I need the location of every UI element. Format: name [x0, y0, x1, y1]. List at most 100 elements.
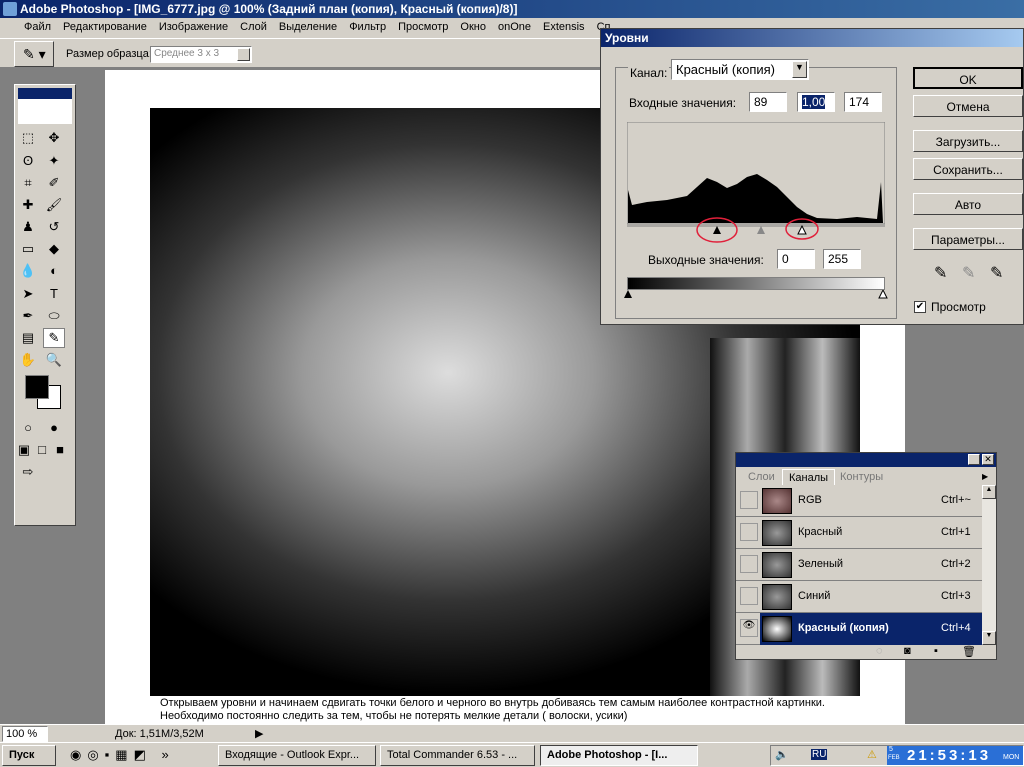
notes-tool-icon[interactable]: ▤: [17, 328, 39, 348]
tab-paths[interactable]: Контуры: [840, 471, 883, 483]
input-white-field[interactable]: 174: [844, 92, 882, 112]
volume-icon[interactable]: 🔈: [775, 748, 789, 761]
visibility-toggle[interactable]: [740, 555, 758, 573]
menu-onone[interactable]: onOne: [498, 21, 531, 33]
channel-select[interactable]: Красный (копия) ▼: [671, 59, 809, 80]
menu-filter[interactable]: Фильтр: [349, 21, 386, 33]
eyedropper-preset-button[interactable]: ✎ ▾: [14, 41, 54, 67]
slice-tool-icon[interactable]: ✐: [43, 173, 65, 193]
preview-checkbox[interactable]: ✔: [914, 301, 926, 313]
close-icon[interactable]: ✕: [982, 454, 994, 465]
status-menu-arrow-icon[interactable]: ▶: [255, 727, 263, 740]
channel-row-blue[interactable]: Синий Ctrl+3: [736, 581, 982, 613]
task-total-commander[interactable]: Total Commander 6.53 - ...: [380, 745, 535, 766]
stamp-tool-icon[interactable]: ♟: [17, 217, 39, 237]
visibility-toggle[interactable]: [740, 491, 758, 509]
trash-icon[interactable]: 🗑: [962, 645, 976, 658]
eraser-tool-icon[interactable]: ▭: [17, 239, 39, 259]
cancel-button[interactable]: Отмена: [913, 95, 1023, 117]
menu-extensis[interactable]: Extensis: [543, 21, 585, 33]
save-selection-icon[interactable]: ◙: [904, 645, 911, 657]
new-channel-icon[interactable]: ▪: [934, 645, 938, 657]
load-selection-icon[interactable]: ◌: [876, 645, 883, 657]
menu-layer[interactable]: Слой: [240, 21, 267, 33]
sample-size-select[interactable]: Среднее 3 x 3: [150, 46, 252, 63]
marquee-tool-icon[interactable]: ⬚: [17, 128, 39, 148]
channel-row-green[interactable]: Зеленый Ctrl+2: [736, 549, 982, 581]
type-tool-icon[interactable]: T: [43, 283, 65, 303]
healing-tool-icon[interactable]: ✚: [17, 195, 39, 215]
output-white-field[interactable]: 255: [823, 249, 861, 269]
history-brush-icon[interactable]: ↺: [43, 217, 65, 237]
zoom-tool-icon[interactable]: 🔍: [43, 350, 65, 370]
menu-file[interactable]: Файл: [24, 21, 51, 33]
screen-mode-2-icon[interactable]: □: [35, 440, 49, 460]
screen-mode-1-icon[interactable]: ▣: [17, 440, 31, 460]
scroll-up-icon[interactable]: ▲: [982, 485, 996, 499]
white-output-slider[interactable]: [878, 290, 888, 299]
standard-mode-icon[interactable]: ○: [17, 418, 39, 438]
white-eyedropper-icon[interactable]: ✎: [990, 263, 1003, 283]
black-eyedropper-icon[interactable]: ✎: [934, 263, 947, 283]
input-gamma-field[interactable]: 1,00: [797, 92, 835, 112]
channel-row-rgb[interactable]: RGB Ctrl+~: [736, 485, 982, 517]
channel-thumbnail: [762, 616, 792, 642]
lasso-tool-icon[interactable]: ʘ: [17, 150, 39, 170]
gamma-input-slider[interactable]: [757, 226, 765, 234]
quickmask-mode-icon[interactable]: ●: [43, 418, 65, 438]
visibility-toggle[interactable]: [740, 587, 758, 605]
scroll-down-icon[interactable]: ▼: [982, 631, 996, 645]
tab-channels[interactable]: Каналы: [782, 469, 836, 486]
channel-row-red-copy[interactable]: 👁 Красный (копия) Ctrl+4: [736, 613, 982, 645]
white-input-slider[interactable]: [797, 224, 807, 235]
crop-tool-icon[interactable]: ⌗: [17, 173, 39, 193]
channel-row-red[interactable]: Красный Ctrl+1: [736, 517, 982, 549]
imageready-jump-icon[interactable]: ⇨: [17, 462, 39, 482]
scrollbar[interactable]: ▲ ▼: [982, 485, 996, 645]
minimize-icon[interactable]: [968, 454, 980, 465]
gray-eyedropper-icon[interactable]: ✎: [962, 263, 975, 283]
start-button[interactable]: Пуск: [2, 745, 56, 766]
screen-mode-3-icon[interactable]: ■: [53, 440, 67, 460]
zoom-field[interactable]: 100 %: [2, 726, 48, 742]
move-tool-icon[interactable]: ✥: [43, 128, 65, 148]
tab-layers[interactable]: Слои: [748, 471, 775, 483]
brush-tool-icon[interactable]: 🖌: [43, 195, 65, 215]
task-outlook[interactable]: Входящие - Outlook Expr...: [218, 745, 376, 766]
task-photoshop[interactable]: Adobe Photoshop - [I...: [540, 745, 698, 766]
eye-icon[interactable]: 👁: [740, 619, 758, 637]
menu-image[interactable]: Изображение: [159, 21, 228, 33]
menu-select[interactable]: Выделение: [279, 21, 337, 33]
foreground-color-swatch[interactable]: [25, 374, 49, 399]
bucket-tool-icon[interactable]: ◆: [43, 239, 65, 259]
output-black-field[interactable]: 0: [777, 249, 815, 269]
photoshop-icon[interactable]: [3, 2, 17, 16]
channel-label: Канал:: [628, 66, 670, 80]
load-button[interactable]: Загрузить...: [913, 130, 1023, 152]
clock[interactable]: 5 FEB 21:53:13 MON: [887, 746, 1023, 765]
input-black-field[interactable]: 89: [749, 92, 787, 112]
language-indicator[interactable]: RU: [811, 749, 828, 760]
menu-edit[interactable]: Редактирование: [63, 21, 147, 33]
blur-tool-icon[interactable]: 💧: [17, 261, 39, 281]
save-button[interactable]: Сохранить...: [913, 158, 1023, 180]
path-select-tool-icon[interactable]: ➤: [17, 284, 39, 304]
menu-view[interactable]: Просмотр: [398, 21, 448, 33]
pen-tool-icon[interactable]: ✒: [17, 306, 39, 326]
quick-launch-icons[interactable]: ◉◎▪▦◩ »: [70, 747, 175, 763]
menu-window[interactable]: Окно: [460, 21, 486, 33]
auto-button[interactable]: Авто: [913, 193, 1023, 215]
eyedropper-tool-icon[interactable]: ✎: [43, 327, 65, 348]
feather-logo: [18, 88, 72, 124]
black-input-slider[interactable]: [713, 226, 721, 234]
magic-wand-tool-icon[interactable]: ✦: [43, 151, 65, 171]
ok-button[interactable]: OK: [913, 67, 1023, 89]
options-button[interactable]: Параметры...: [913, 228, 1023, 250]
shape-tool-icon[interactable]: ⬭: [43, 306, 65, 326]
black-output-slider[interactable]: [624, 290, 632, 298]
warning-icon[interactable]: ⚠: [867, 748, 877, 761]
hand-tool-icon[interactable]: ✋: [17, 350, 39, 370]
panel-menu-icon[interactable]: ▶: [982, 472, 988, 481]
dodge-tool-icon[interactable]: ◐: [43, 261, 65, 281]
visibility-toggle[interactable]: [740, 523, 758, 541]
